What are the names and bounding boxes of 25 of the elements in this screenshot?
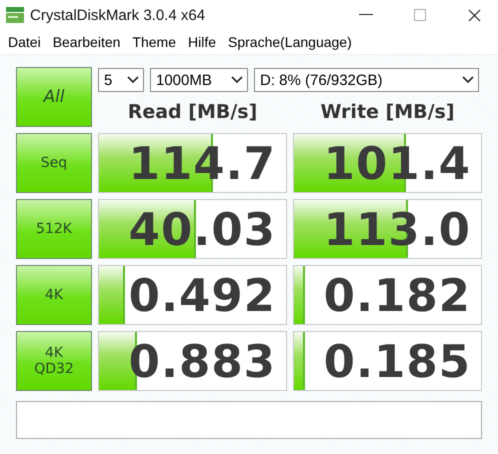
runs-select[interactable]: 5 (98, 68, 144, 92)
all-button[interactable]: All (16, 67, 92, 127)
drive-select[interactable]: D: 8% (76/932GB) (254, 68, 479, 92)
caret-icon (127, 76, 139, 84)
read-result: 0.492 (128, 268, 276, 322)
close-icon[interactable] (468, 8, 480, 22)
menu-item[interactable]: Hilfe (184, 34, 220, 50)
menu-item[interactable]: Theme (128, 34, 180, 50)
app-icon (6, 7, 24, 23)
window-title: CrystalDiskMark 3.0.4 x64 (30, 6, 206, 24)
test-button[interactable]: 4K QD32 (16, 331, 92, 391)
menu-item[interactable]: Sprache(Language) (224, 34, 356, 50)
menu-item[interactable]: Datei (4, 34, 45, 50)
caret-icon (462, 76, 474, 84)
test-button[interactable]: 4K (16, 265, 92, 325)
minimize-icon[interactable] (359, 14, 373, 16)
menu-item[interactable]: Bearbeiten (48, 34, 124, 50)
write-header: Write [MB/s] (319, 101, 456, 125)
test-button[interactable]: Seq (16, 133, 92, 193)
write-result: 0.185 (324, 334, 471, 388)
size-select[interactable]: 1000MB (150, 68, 248, 92)
caret-icon (231, 76, 243, 84)
write-result: 0.182 (324, 268, 471, 322)
read-header: Read [MB/s] (126, 101, 258, 125)
test-button[interactable]: 512K (16, 199, 92, 259)
